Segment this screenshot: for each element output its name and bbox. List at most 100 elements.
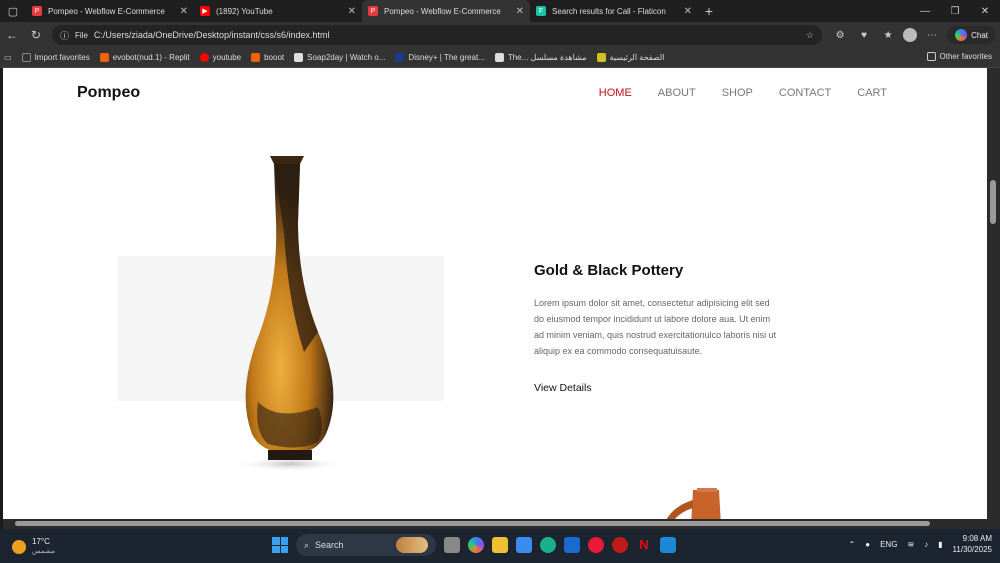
performance-icon[interactable]: ♥ <box>855 30 873 41</box>
windows-taskbar: 17°C مشمس ⌕ Search N ⌃ ● ENG ≋ ♪ ▮ 9:08 … <box>0 529 1000 563</box>
extensions-icon[interactable]: ⚙ <box>831 30 849 41</box>
page-icon <box>294 53 304 62</box>
copilot-icon <box>955 29 968 41</box>
vscode-icon[interactable] <box>660 537 676 553</box>
weather-widget[interactable]: 17°C مشمس <box>12 537 55 557</box>
store-icon[interactable] <box>516 537 532 553</box>
favorite-star-icon[interactable]: ☆ <box>806 30 814 41</box>
scroll-corner <box>987 519 1000 529</box>
close-window-icon[interactable]: ✕ <box>970 0 1000 22</box>
scroll-thumb[interactable] <box>990 180 996 224</box>
clock-date: 11/30/2025 <box>952 545 992 554</box>
nav-contact[interactable]: CONTACT <box>779 87 831 99</box>
browser-tab[interactable]: P Pompeo - Webflow E-Commerce ✕ <box>26 0 194 22</box>
horizontal-scrollbar[interactable] <box>3 519 987 529</box>
favorites-icon[interactable]: ★ <box>879 30 897 41</box>
app-tray-icon[interactable]: ● <box>865 540 870 549</box>
close-tab-icon[interactable]: ✕ <box>684 6 692 17</box>
nav-home[interactable]: HOME <box>599 87 632 99</box>
url-text[interactable]: C:/Users/ziada/OneDrive/Desktop/instant/… <box>94 30 330 40</box>
bookmark-item[interactable]: Soap2day | Watch o... <box>294 53 385 62</box>
vertical-scrollbar[interactable] <box>987 68 1000 519</box>
close-tab-icon[interactable]: ✕ <box>516 6 524 17</box>
nav-cart[interactable]: CART <box>857 87 887 99</box>
other-favorites[interactable]: Other favorites <box>926 52 992 61</box>
close-tab-icon[interactable]: ✕ <box>348 6 356 17</box>
system-tray: ⌃ ● ENG ≋ ♪ ▮ 9:08 AM 11/30/2025 <box>849 533 992 555</box>
windows-start-icon[interactable] <box>272 537 288 553</box>
teapot-image <box>666 488 721 519</box>
bookmarks-menu-icon[interactable]: ▭ <box>4 53 12 62</box>
bookmark-label: booot <box>264 53 285 62</box>
browser-tab[interactable]: F Search results for Call - Flaticon ✕ <box>530 0 698 22</box>
minimize-icon[interactable]: — <box>910 0 940 22</box>
new-tab-button[interactable]: + <box>698 3 720 19</box>
bookmark-item[interactable]: youtube <box>199 53 242 62</box>
task-view-icon[interactable] <box>444 537 460 553</box>
bookmark-label: Soap2day | Watch o... <box>307 53 386 62</box>
view-details-link[interactable]: View Details <box>534 382 592 394</box>
tab-title: Pompeo - Webflow E-Commerce <box>48 6 165 16</box>
taskbar-search[interactable]: ⌕ Search <box>296 534 436 556</box>
bookmark-label: الصفحة الرئيسية <box>609 53 665 62</box>
file-explorer-icon[interactable] <box>492 537 508 553</box>
bookmark-item[interactable]: الصفحة الرئيسية <box>596 53 665 62</box>
nav-about[interactable]: ABOUT <box>658 87 696 99</box>
bookmark-item[interactable]: The... مشاهدة مسلسل <box>494 53 587 62</box>
opera-icon[interactable] <box>612 537 628 553</box>
nav-shop[interactable]: SHOP <box>722 87 753 99</box>
toolbar-icons: ⚙ ♥ ★ ⋯ Chat <box>831 22 1000 48</box>
address-toolbar: ← ↻ ⓘ File C:/Users/ziada/OneDrive/Deskt… <box>0 22 1000 48</box>
back-icon[interactable]: ← <box>0 28 24 42</box>
more-menu-icon[interactable]: ⋯ <box>923 30 941 41</box>
copilot-chat-button[interactable]: Chat <box>947 26 996 44</box>
battery-icon[interactable]: ▮ <box>938 540 942 549</box>
tab-title: (1892) YouTube <box>216 6 273 16</box>
sun-icon <box>12 540 26 554</box>
bookmark-label: Disney+ | The great... <box>408 53 485 62</box>
language-indicator[interactable]: ENG <box>880 540 897 549</box>
bookmark-item[interactable]: evobot(nud.1) - Replit <box>99 53 190 62</box>
close-tab-icon[interactable]: ✕ <box>180 6 188 17</box>
edge-icon[interactable] <box>540 537 556 553</box>
taskbar-apps: ⌕ Search N <box>272 534 676 556</box>
bookmark-item[interactable]: Import favorites <box>21 53 90 62</box>
wifi-icon[interactable]: ≋ <box>907 540 914 549</box>
page-viewport: Pompeo HOME ABOUT SHOP CONTACT CART Gold… <box>3 68 987 519</box>
tab-title: Pompeo - Webflow E-Commerce <box>384 6 501 16</box>
bookmark-item[interactable]: Disney+ | The great... <box>395 53 485 62</box>
tab-actions-icon[interactable]: ▢ <box>0 0 26 22</box>
outlook-icon[interactable] <box>564 537 580 553</box>
netflix-icon[interactable]: N <box>636 537 652 553</box>
product-description: Lorem ipsum dolor sit amet, consectetur … <box>534 298 777 356</box>
copilot-app-icon[interactable] <box>468 537 484 553</box>
weather-desc: مشمس <box>32 548 55 555</box>
bookmark-label: youtube <box>212 53 242 62</box>
scroll-thumb[interactable] <box>15 521 930 526</box>
disney-icon <box>395 53 405 62</box>
browser-tab-active[interactable]: P Pompeo - Webflow E-Commerce ✕ <box>362 0 530 22</box>
replit-icon <box>251 53 261 62</box>
product-title: Gold & Black Pottery <box>534 262 684 279</box>
address-bar[interactable]: ⓘ File C:/Users/ziada/OneDrive/Desktop/i… <box>52 25 822 45</box>
site-logo[interactable]: Pompeo <box>77 84 140 102</box>
window-controls: — ❐ ✕ <box>910 0 1000 22</box>
bookmark-item[interactable]: booot <box>251 53 284 62</box>
profile-avatar[interactable] <box>903 28 918 42</box>
bookmark-label: The... مشاهدة مسلسل <box>507 53 587 62</box>
youtube-icon: ▶ <box>200 6 210 16</box>
search-highlight-image <box>396 537 428 553</box>
bookmark-label: evobot(nud.1) - Replit <box>112 53 190 62</box>
browser-tab[interactable]: ▶ (1892) YouTube ✕ <box>194 0 362 22</box>
import-icon <box>21 53 31 62</box>
tab-strip: ▢ P Pompeo - Webflow E-Commerce ✕ ▶ (189… <box>0 0 1000 22</box>
refresh-icon[interactable]: ↻ <box>24 28 48 42</box>
volume-icon[interactable]: ♪ <box>924 540 928 549</box>
replit-icon <box>99 53 109 62</box>
bookmark-label: Other favorites <box>939 52 992 61</box>
info-icon[interactable]: ⓘ <box>60 29 69 42</box>
chevron-up-icon[interactable]: ⌃ <box>849 540 856 549</box>
youtube-music-icon[interactable] <box>588 537 604 553</box>
clock[interactable]: 9:08 AM 11/30/2025 <box>953 533 992 555</box>
restore-icon[interactable]: ❐ <box>940 0 970 22</box>
